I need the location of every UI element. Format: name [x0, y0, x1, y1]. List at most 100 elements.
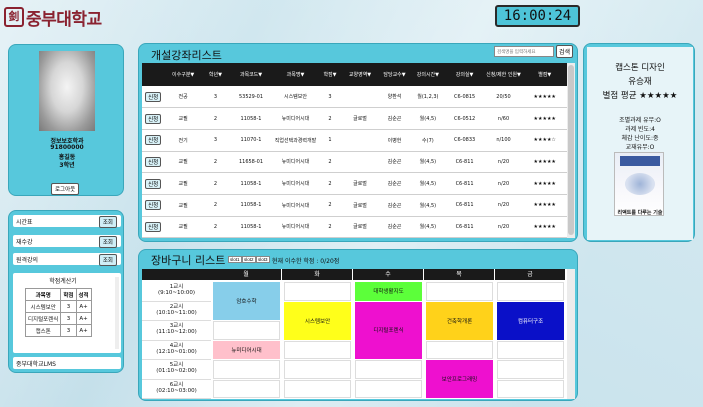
- timetable-cell[interactable]: [355, 379, 422, 398]
- period-name: 5교시: [169, 362, 184, 368]
- course-code-cell: 11658-01: [228, 151, 274, 174]
- profile-student-id: 91800000: [50, 144, 84, 151]
- apply-cell: 신청: [142, 216, 165, 239]
- apply-button[interactable]: 신청: [145, 91, 162, 102]
- table-row[interactable]: 신청 교필 2 11058-1 뉴미디어시대 2 글로벌 김순곤 월(4,5) C6-811 n/2…: [142, 172, 567, 195]
- table-row: 시스템보안 3 A+: [24, 300, 92, 313]
- slot3-button[interactable]: slot3: [256, 256, 270, 263]
- timetable-cell[interactable]: [497, 340, 564, 359]
- cart-panel: 장바구니 리스트 slot1 slot2 slot3 현재 이수한 학점 : 0…: [138, 249, 578, 401]
- course-category-cell: 전공: [164, 86, 203, 109]
- col-year[interactable]: 학년▼: [202, 63, 229, 86]
- table-row[interactable]: 신청 전공 3 53529-01 시스템보안 3 양환석 월(1,2,3) C6-0815 20/…: [142, 86, 567, 109]
- slot1-button[interactable]: slot1: [228, 256, 242, 263]
- timetable-cell[interactable]: [426, 282, 493, 301]
- textbook-title: 리액트를 다루는 기술: [617, 210, 663, 216]
- profile-panel: 정보보호학과 91800000 홍길동 3학년 로그아웃: [8, 44, 124, 196]
- table-row[interactable]: 신청 전기 3 11070-1 직업선택과경력개발 1 이병헌 수(7) C6-0833 n/10…: [142, 129, 567, 152]
- col-category[interactable]: 이수구분▼: [164, 63, 203, 86]
- apply-button[interactable]: 신청: [145, 200, 162, 211]
- course-time-cell: 수(7): [411, 129, 445, 152]
- apply-button[interactable]: 신청: [145, 113, 162, 124]
- logout-button[interactable]: 로그아웃: [51, 183, 80, 195]
- course-search-button[interactable]: 검색: [556, 45, 574, 58]
- apply-button[interactable]: 신청: [145, 178, 162, 189]
- timetable-course-block[interactable]: 대학생활지도: [355, 282, 422, 301]
- course-enrollment-cell: 20/50: [484, 86, 523, 109]
- course-year-cell: 3: [202, 86, 229, 109]
- course-code-cell: 11058-1: [228, 172, 274, 195]
- course-professor-cell: 양환석: [377, 86, 412, 109]
- grade-cell: 디지털포렌식: [24, 312, 62, 325]
- timetable-course-block[interactable]: 뉴미디어시대: [213, 340, 280, 359]
- timetable-view-button[interactable]: 조회: [98, 216, 117, 228]
- timetable-cell[interactable]: [213, 321, 280, 340]
- grade-col-subject: 과목명: [24, 288, 62, 301]
- timetable-cell[interactable]: [284, 282, 351, 301]
- course-search-input[interactable]: [494, 46, 554, 57]
- grade-col-credit: 학점: [60, 288, 77, 301]
- timetable-cell[interactable]: [284, 340, 351, 359]
- table-row[interactable]: 신청 교필 2 11058-1 뉴미디어시대 2 글로벌 김순곤 월(4,5) C6-811 n/2…: [142, 216, 567, 239]
- course-credit-cell: 2: [317, 107, 343, 130]
- logo-emblem-icon: 釗: [4, 7, 24, 27]
- table-row[interactable]: 신청 교필 2 11058-1 뉴미디어시대 2 글로벌 김순곤 월(4,5) C6-0512 n/…: [142, 107, 567, 130]
- course-time-cell: 월(4,5): [411, 172, 445, 195]
- timetable-cell[interactable]: [284, 379, 351, 398]
- apply-button[interactable]: 신청: [145, 221, 162, 232]
- course-category-cell: 교필: [164, 194, 203, 217]
- col-time[interactable]: 강의시간▼: [411, 63, 445, 86]
- timetable-cell[interactable]: [355, 360, 422, 379]
- table-row: 디지털포렌식 3 A+: [24, 312, 92, 325]
- course-room-cell: C6-811: [444, 172, 485, 195]
- timetable-cell[interactable]: [213, 379, 280, 398]
- menu-item-label: 시간표: [16, 219, 33, 226]
- apply-button[interactable]: 신청: [145, 135, 162, 146]
- slot2-button[interactable]: slot2: [242, 256, 256, 263]
- timetable-course-block[interactable]: 암호수학: [213, 282, 280, 320]
- retake-view-button[interactable]: 조회: [98, 236, 117, 248]
- course-code-cell: 11070-1: [228, 129, 274, 152]
- scrollbar-thumb[interactable]: [568, 65, 574, 235]
- course-liberal-area-cell: [342, 86, 378, 109]
- course-room-cell: C6-811: [444, 151, 485, 174]
- menu-item-label: 재수강: [16, 239, 33, 246]
- col-subject[interactable]: 과목명▼: [273, 63, 318, 86]
- course-code-cell: 53529-01: [228, 86, 274, 109]
- col-code[interactable]: 과목코드▼: [228, 63, 274, 86]
- timetable-cell[interactable]: [497, 360, 564, 379]
- timetable-cell[interactable]: [497, 282, 564, 301]
- col-enrollment[interactable]: 신청/제한 인원▼: [484, 63, 523, 86]
- course-list-scrollbar[interactable]: [567, 63, 575, 238]
- timetable-cell[interactable]: [497, 379, 564, 398]
- timetable-cell[interactable]: [426, 340, 493, 359]
- detail-team-project: 조별과제 유무:O: [619, 117, 661, 124]
- col-rating[interactable]: 별점▼: [522, 63, 567, 86]
- timetable-course-block[interactable]: 건축학개론: [426, 301, 493, 340]
- course-table: 이수구분▼ 학년▼ 과목코드▼ 과목명▼ 학점▼ 교양영역▼ 담당교수▼ 강의시…: [142, 63, 567, 239]
- lms-link[interactable]: 중부대학교LMS: [13, 357, 121, 369]
- credit-summary: 현재 이수한 학점 : 0/20점: [272, 258, 340, 265]
- timetable-course-block[interactable]: 시스템보안: [284, 301, 351, 340]
- table-row[interactable]: 신청 교필 2 11058-1 뉴미디어시대 2 글로벌 김순곤 월(4,5) C6-811 n/2…: [142, 194, 567, 217]
- table-row[interactable]: 신청 교필 2 11658-01 뉴미디어시대 2 김순곤 월(4,5) C6-811 n/20 ★…: [142, 151, 567, 174]
- col-room[interactable]: 강의실▼: [444, 63, 485, 86]
- apply-button[interactable]: 신청: [145, 156, 162, 167]
- timetable-cell[interactable]: [213, 360, 280, 379]
- course-professor-cell: 김순곤: [377, 107, 412, 130]
- timetable-course-block[interactable]: 보안프로그래밍: [426, 360, 493, 398]
- timetable-course-block[interactable]: 컴퓨터구조: [497, 301, 564, 340]
- grade-scrollbar[interactable]: [115, 277, 119, 349]
- course-rating-cell: ★★★★★: [522, 194, 567, 217]
- col-credit[interactable]: 학점▼: [317, 63, 343, 86]
- course-year-cell: 2: [202, 194, 229, 217]
- course-year-cell: 2: [202, 216, 229, 239]
- col-liberal-area[interactable]: 교양영역▼: [342, 63, 378, 86]
- remote-lecture-view-button[interactable]: 조회: [98, 254, 117, 266]
- timetable-scrollbar[interactable]: [567, 269, 575, 399]
- timetable-cell[interactable]: [284, 360, 351, 379]
- col-professor[interactable]: 담당교수▼: [377, 63, 412, 86]
- grade-table: 과목명 학점 성적 시스템보안 3 A+ 디지털포렌식 3 A+ 캡스톤 3 A…: [24, 288, 92, 337]
- period-name: 6교시: [169, 381, 184, 388]
- timetable-course-block[interactable]: 디지털포렌식: [355, 301, 422, 359]
